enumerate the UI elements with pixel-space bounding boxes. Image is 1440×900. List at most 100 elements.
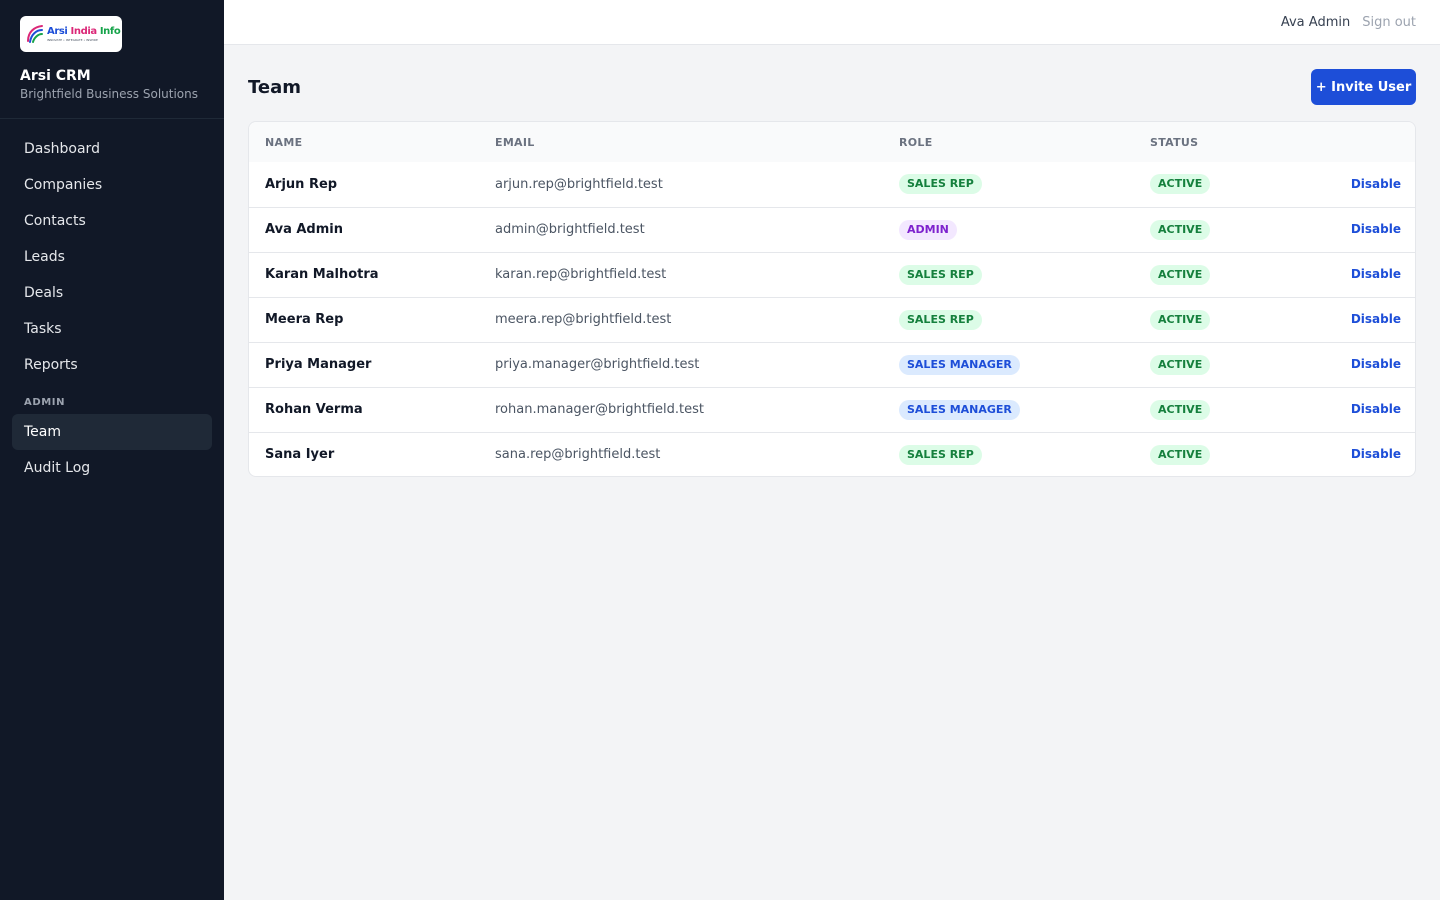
sidebar-item-deals[interactable]: Deals: [12, 275, 212, 311]
user-role-cell: ADMIN: [883, 207, 1134, 252]
table-row: Ava Admin admin@brightfield.test ADMIN ACTI…: [249, 207, 1415, 252]
logo-word-3: Info: [99, 25, 121, 37]
nav-admin-list: Team Audit Log: [12, 414, 212, 486]
table-row: Priya Manager priya.manager@brightfield.t…: [249, 342, 1415, 387]
user-actions-cell: Disable: [1284, 207, 1415, 252]
status-badge: ACTIVE: [1150, 219, 1211, 240]
logo-word-2: India: [70, 25, 98, 37]
disable-user-button[interactable]: Disable: [1351, 447, 1401, 461]
app-name: Arsi CRM: [20, 68, 91, 84]
sidebar-item-companies[interactable]: Companies: [12, 167, 212, 203]
sidebar-item-leads[interactable]: Leads: [12, 239, 212, 275]
user-name-cell: Meera Rep: [265, 312, 344, 327]
logo-word-1: Arsi: [47, 25, 68, 37]
team-table: NAME EMAIL ROLE STATUS Arjun Rep arjun.re…: [249, 122, 1415, 476]
table-header-row: NAME EMAIL ROLE STATUS: [249, 122, 1415, 162]
role-badge: SALES REP: [899, 264, 982, 285]
user-actions-cell: Disable: [1284, 342, 1415, 387]
disable-user-button[interactable]: Disable: [1351, 312, 1401, 326]
role-badge: ADMIN: [899, 219, 957, 240]
user-actions-cell: Disable: [1284, 387, 1415, 432]
sidebar-item-label: Contacts: [24, 213, 86, 229]
logo-tagline: INNOVATE • INTEGRATE • INSPIRE: [47, 37, 98, 42]
status-badge: ACTIVE: [1150, 354, 1211, 375]
sign-out-link[interactable]: Sign out: [1362, 15, 1416, 30]
table-row: Arjun Rep arjun.rep@brightfield.test SALES…: [249, 162, 1415, 207]
status-badge: ACTIVE: [1150, 444, 1211, 465]
nav-section-admin: ADMIN: [24, 397, 66, 408]
user-email-cell: admin@brightfield.test: [495, 222, 645, 237]
column-header-email: EMAIL: [495, 135, 535, 149]
sidebar-item-team[interactable]: Team: [12, 414, 212, 450]
disable-user-button[interactable]: Disable: [1351, 222, 1401, 236]
user-email-cell: sana.rep@brightfield.test: [495, 447, 661, 463]
sidebar-item-label: Leads: [24, 249, 65, 265]
nav-main-list: Dashboard Companies Contacts Leads Deals Task…: [12, 131, 212, 383]
column-header-actions: [1284, 122, 1415, 162]
logo-wordmark: Arsi India Info INNOVATE • INTEGRATE • I…: [47, 25, 121, 42]
disable-user-button[interactable]: Disable: [1351, 267, 1401, 281]
user-actions-cell: Disable: [1284, 432, 1415, 476]
user-role-cell: SALES REP: [883, 162, 1134, 207]
status-badge: ACTIVE: [1150, 309, 1211, 330]
sidebar-item-tasks[interactable]: Tasks: [12, 311, 212, 347]
user-role-cell: SALES MANAGER: [883, 342, 1134, 387]
user-email-cell: karan.rep@brightfield.test: [495, 267, 667, 282]
user-name-cell: Priya Manager: [265, 357, 372, 372]
user-status-cell: ACTIVE: [1134, 297, 1284, 342]
user-role-cell: SALES REP: [883, 297, 1134, 342]
sidebar-nav: Dashboard Companies Contacts Leads Deals Task…: [0, 119, 224, 486]
table-row: Karan Malhotra karan.rep@brightfield.test…: [249, 252, 1415, 297]
table-row: Rohan Verma rohan.manager@brightfield.tes…: [249, 387, 1415, 432]
role-badge: SALES MANAGER: [899, 399, 1020, 420]
status-badge: ACTIVE: [1150, 264, 1211, 285]
user-role-cell: SALES REP: [883, 252, 1134, 297]
column-header-name: NAME: [265, 135, 303, 149]
user-status-cell: ACTIVE: [1134, 162, 1284, 207]
company-logo[interactable]: Arsi India Info INNOVATE • INTEGRATE • I…: [20, 16, 122, 52]
user-name-cell: Arjun Rep: [265, 176, 338, 192]
brand-block: Arsi India Info INNOVATE • INTEGRATE • I…: [0, 0, 224, 119]
sidebar-item-label: Tasks: [24, 321, 62, 337]
role-badge: SALES REP: [899, 309, 982, 330]
user-status-cell: ACTIVE: [1134, 342, 1284, 387]
sidebar-item-label: Audit Log: [24, 460, 91, 476]
sidebar-item-reports[interactable]: Reports: [12, 347, 212, 383]
team-table-body: Arjun Rep arjun.rep@brightfield.test SALES…: [249, 162, 1415, 476]
user-status-cell: ACTIVE: [1134, 252, 1284, 297]
user-status-cell: ACTIVE: [1134, 387, 1284, 432]
table-row: Meera Rep meera.rep@brightfield.test SALES…: [249, 297, 1415, 342]
column-header-role: ROLE: [899, 135, 933, 149]
role-badge: SALES REP: [899, 174, 982, 195]
user-status-cell: ACTIVE: [1134, 207, 1284, 252]
status-badge: ACTIVE: [1150, 174, 1211, 195]
user-actions-cell: Disable: [1284, 162, 1415, 207]
org-name: Brightfield Business Solutions: [20, 87, 199, 101]
sidebar-item-label: Deals: [24, 285, 64, 301]
sidebar-item-audit-log[interactable]: Audit Log: [12, 450, 212, 486]
user-role-cell: SALES MANAGER: [883, 387, 1134, 432]
sidebar-item-dashboard[interactable]: Dashboard: [12, 131, 212, 167]
user-name-cell: Rohan Verma: [265, 402, 363, 417]
user-name-cell: Ava Admin: [265, 222, 343, 237]
sidebar-item-label: Team: [24, 424, 62, 440]
disable-user-button[interactable]: Disable: [1351, 357, 1401, 371]
user-email-cell: priya.manager@brightfield.test: [495, 357, 700, 372]
user-actions-cell: Disable: [1284, 252, 1415, 297]
user-name-cell: Karan Malhotra: [265, 267, 379, 282]
sidebar-item-label: Reports: [24, 357, 78, 373]
status-badge: ACTIVE: [1150, 399, 1211, 420]
role-badge: SALES MANAGER: [899, 354, 1020, 375]
current-user-name: Ava Admin: [1280, 14, 1351, 30]
sidebar-item-label: Companies: [24, 177, 103, 193]
invite-user-button[interactable]: + Invite User: [1311, 69, 1416, 105]
logo-swoosh-icon: [27, 25, 43, 43]
disable-user-button[interactable]: Disable: [1351, 402, 1401, 416]
sidebar-item-label: Dashboard: [24, 141, 100, 157]
sidebar-item-contacts[interactable]: Contacts: [12, 203, 212, 239]
disable-user-button[interactable]: Disable: [1351, 177, 1401, 191]
table-row: Sana Iyer sana.rep@brightfield.test SALES …: [249, 432, 1415, 476]
user-email-cell: rohan.manager@brightfield.test: [495, 402, 704, 417]
team-table-card: NAME EMAIL ROLE STATUS Arjun Rep arjun.re…: [248, 121, 1416, 477]
user-name-cell: Sana Iyer: [265, 447, 335, 463]
